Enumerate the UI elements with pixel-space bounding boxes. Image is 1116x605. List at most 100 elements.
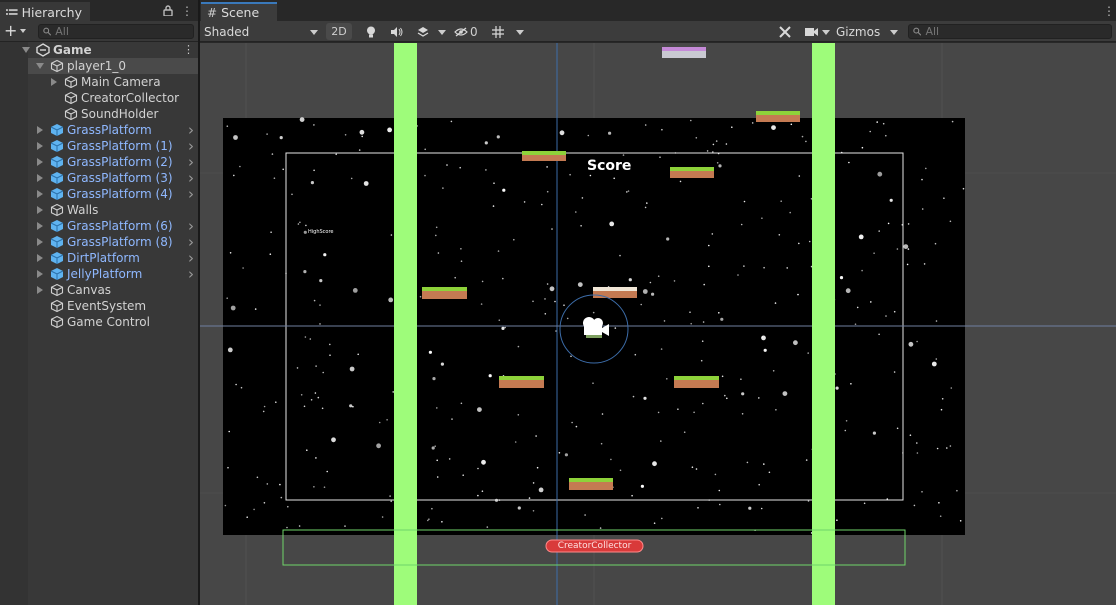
chevron-right-icon[interactable] [37,222,43,230]
prefab-open-icon[interactable]: › [188,138,194,154]
scene-view[interactable]: Score HighScore CreatorCollector [200,43,1116,605]
gameobject-cube-icon [50,283,64,297]
tools-icon [779,25,791,38]
chevron-right-icon[interactable] [37,270,43,278]
hierarchy-item-label: Walls [67,203,99,217]
gameobject-cube-icon [64,107,78,121]
chevron-right-icon[interactable] [37,142,43,150]
effects-toggle-button[interactable] [413,23,433,40]
grass-platform[interactable] [674,376,719,388]
dirt-platform[interactable] [593,287,637,298]
hierarchy-item[interactable]: player1_0 [28,58,198,74]
chevron-down-icon[interactable] [22,47,30,53]
scene-tab-label: Scene [221,5,260,20]
grid-dropdown-icon[interactable] [516,30,524,35]
hierarchy-item[interactable]: JellyPlatform › [0,266,198,282]
scene-toolbar: Shaded 2D 0 Gizmos [200,21,1116,42]
tools-button[interactable] [775,23,795,40]
hierarchy-item[interactable]: DirtPlatform › [0,250,198,266]
chevron-right-icon[interactable] [37,174,43,182]
add-dropdown-icon[interactable] [20,29,26,33]
effects-dropdown-icon[interactable] [438,30,446,35]
hierarchy-item[interactable]: Main Camera [0,74,198,90]
chevron-right-icon[interactable] [51,78,57,86]
scene-visibility-toggle[interactable]: 0 [454,23,484,40]
camera-settings-button[interactable] [802,23,820,40]
hierarchy-item[interactable]: GrassPlatform (3) › [0,170,198,186]
chevron-down-icon[interactable] [36,63,44,69]
hierarchy-menu-icon[interactable]: ⋮ [181,4,193,18]
chevron-right-icon[interactable] [37,190,43,198]
chevron-right-icon[interactable] [37,254,43,262]
chevron-down-icon [890,30,898,35]
hierarchy-item[interactable]: Game ⋮ [0,42,198,58]
grid-toggle-button[interactable] [488,23,508,40]
grass-platform[interactable] [499,376,544,388]
gizmos-label: Gizmos [836,24,881,39]
gizmos-dropdown[interactable]: Gizmos [836,23,898,40]
scene-search-input[interactable] [925,25,1111,38]
chevron-right-icon[interactable] [37,126,43,134]
grass-platform[interactable] [522,151,566,161]
hierarchy-item[interactable]: Canvas [0,282,198,298]
2d-toggle-label: 2D [331,25,347,38]
hierarchy-search[interactable] [38,24,194,39]
scene-search[interactable] [908,24,1112,39]
shading-mode-label: Shaded [204,24,250,39]
hierarchy-item[interactable]: GrassPlatform (1) › [0,138,198,154]
grass-platform[interactable] [756,111,800,122]
grid-snap-icon [492,25,504,38]
prefab-open-icon[interactable]: › [188,250,194,266]
lock-icon[interactable] [163,5,173,16]
hierarchy-panel: Hierarchy ⋮ + Game ⋮ player1_0 Main Camera C… [0,0,200,605]
audio-toggle-button[interactable] [387,23,407,40]
shading-mode-dropdown[interactable]: Shaded [204,23,318,40]
grass-platform[interactable] [670,167,714,178]
chevron-right-icon[interactable] [37,158,43,166]
scene-menu-icon[interactable]: ⋮ [1103,4,1115,18]
hierarchy-tab-label: Hierarchy [21,5,82,20]
prefab-cube-icon [50,172,64,184]
gameobject-cube-icon [50,203,64,217]
hierarchy-tab[interactable]: Hierarchy [0,2,90,21]
layers-icon [417,27,429,37]
gameobject-cube-icon [50,299,64,313]
hierarchy-item[interactable]: GrassPlatform (4) › [0,186,198,202]
hierarchy-item[interactable]: Walls [0,202,198,218]
hierarchy-item[interactable]: SoundHolder [0,106,198,122]
prefab-open-icon[interactable]: › [188,122,194,138]
2d-toggle-button[interactable]: 2D [326,23,352,40]
scene-canvas[interactable] [200,43,1116,605]
hierarchy-search-input[interactable] [55,25,193,38]
hierarchy-item[interactable]: CreatorCollector [0,90,198,106]
hierarchy-item[interactable]: GrassPlatform (2) › [0,154,198,170]
prefab-open-icon[interactable]: › [188,170,194,186]
hierarchy-item-label: SoundHolder [81,107,159,121]
chevron-right-icon[interactable] [37,206,43,214]
chevron-right-icon[interactable] [37,238,43,246]
grass-platform[interactable] [569,478,613,490]
add-icon[interactable]: + [4,22,17,40]
scene-tab[interactable]: # Scene [201,2,277,21]
lighting-toggle-button[interactable] [361,23,381,40]
hierarchy-item[interactable]: GrassPlatform (6) › [0,218,198,234]
prefab-open-icon[interactable]: › [188,218,194,234]
jelly-platform[interactable] [662,47,706,58]
grass-platform[interactable] [422,287,467,299]
hierarchy-item[interactable]: GrassPlatform (8) › [0,234,198,250]
scene-options-icon[interactable]: ⋮ [183,42,194,58]
hierarchy-item[interactable]: Game Control [0,314,198,330]
camera-dropdown-icon[interactable] [822,30,830,35]
hierarchy-item-label: GrassPlatform (6) [67,219,173,233]
prefab-open-icon[interactable]: › [188,234,194,250]
hierarchy-item[interactable]: EventSystem [0,298,198,314]
prefab-open-icon[interactable]: › [188,186,194,202]
prefab-open-icon[interactable]: › [188,154,194,170]
speaker-icon [391,26,403,37]
left-wall[interactable] [394,43,417,605]
chevron-right-icon[interactable] [37,286,43,294]
prefab-cube-icon [50,156,64,168]
right-wall[interactable] [812,43,835,605]
prefab-open-icon[interactable]: › [188,266,194,282]
hierarchy-item[interactable]: GrassPlatform › [0,122,198,138]
